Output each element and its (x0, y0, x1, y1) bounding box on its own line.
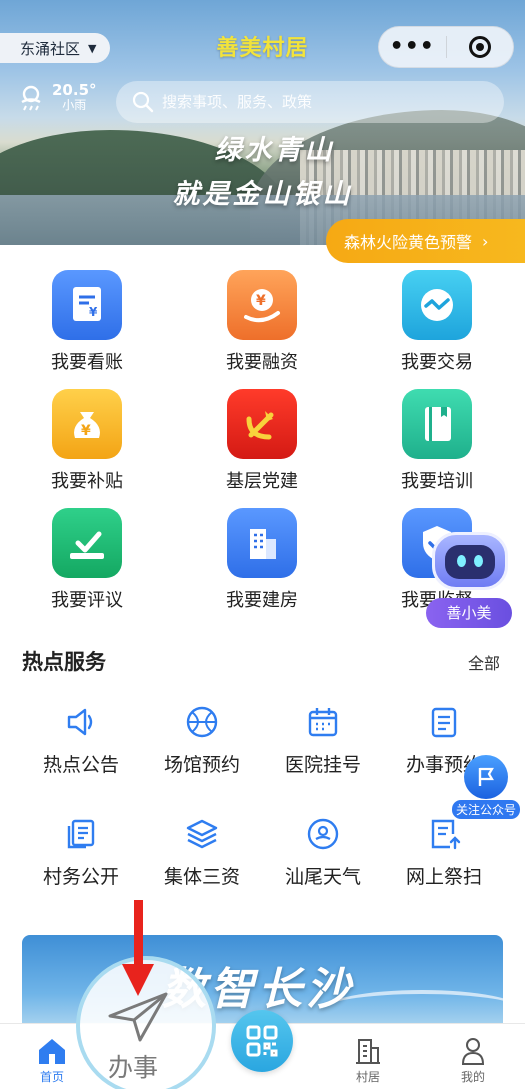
bill-icon: ¥ (52, 270, 122, 340)
money-bag-icon: ¥ (52, 389, 122, 459)
speaker-icon (61, 702, 101, 742)
grid-label: 我要建房 (226, 590, 298, 611)
grid-label: 我要看账 (51, 352, 123, 373)
service-hot-notice[interactable]: 热点公告 (21, 702, 141, 777)
grid-item-financing[interactable]: ¥ 我要融资 (192, 270, 332, 374)
grid-item-subsidy[interactable]: ¥ 我要补贴 (17, 389, 157, 493)
follow-official-account-button[interactable]: 关注公众号 (450, 755, 522, 819)
tab-profile[interactable]: 我的 (428, 1024, 518, 1089)
service-venue-booking[interactable]: 场馆预约 (142, 702, 262, 777)
grid-item-training[interactable]: 我要培训 (367, 389, 507, 493)
red-arrow-icon (122, 900, 154, 996)
close-target-button[interactable] (447, 36, 514, 58)
qr-scan-button[interactable] (231, 1010, 293, 1072)
party-emblem-icon (227, 389, 297, 459)
exchange-icon (402, 270, 472, 340)
grid-item-build-house[interactable]: 我要建房 (192, 508, 332, 612)
service-collective-assets[interactable]: 集体三资 (142, 814, 262, 889)
flag-icon (464, 755, 508, 799)
more-menu-button[interactable]: ••• (379, 26, 446, 68)
chevron-right-icon: › (482, 231, 489, 251)
documents-icon (61, 814, 101, 854)
grid-item-review[interactable]: 我要评议 (17, 508, 157, 612)
money-hand-icon: ¥ (227, 270, 297, 340)
building-icon (227, 508, 297, 578)
svg-text:¥: ¥ (89, 305, 98, 319)
service-label: 集体三资 (163, 866, 240, 888)
follow-label: 关注公众号 (451, 800, 520, 819)
service-label: 医院挂号 (284, 754, 361, 776)
service-hospital-register[interactable]: 医院挂号 (263, 702, 383, 777)
service-label: 汕尾天气 (284, 866, 361, 888)
grid-label: 我要补贴 (51, 471, 123, 492)
tab-label: 首页 (39, 1070, 64, 1084)
rain-cloud-icon (21, 85, 41, 111)
search-icon (132, 91, 154, 113)
grid-label: 我要交易 (401, 352, 473, 373)
tab-label: 村居 (355, 1070, 380, 1084)
clipboard-icon (424, 702, 464, 742)
user-icon (456, 1034, 490, 1068)
qr-scan-icon (246, 1025, 278, 1057)
view-all-link[interactable]: 全部 (468, 650, 500, 674)
temperature: 20.5° (52, 80, 97, 99)
upload-doc-icon (424, 814, 464, 854)
banner-slogan-line2: 就是金山银山 (172, 179, 353, 210)
service-village-affairs[interactable]: 村务公开 (21, 814, 141, 889)
basketball-icon (182, 702, 222, 742)
tab-label: 我的 (460, 1070, 485, 1084)
vote-check-icon (52, 508, 122, 578)
home-icon (35, 1034, 69, 1068)
warning-text: 森林火险黄色预警 (344, 233, 473, 252)
grid-item-view-accounts[interactable]: ¥ 我要看账 (17, 270, 157, 374)
target-icon (468, 36, 491, 58)
section-title: 热点服务 (22, 650, 106, 674)
tab-village[interactable]: 村居 (323, 1024, 413, 1089)
calendar-icon (303, 702, 343, 742)
grid-label: 我要融资 (226, 352, 298, 373)
grid-label: 基层党建 (226, 471, 298, 492)
book-icon (402, 389, 472, 459)
grid-label: 我要培训 (401, 471, 473, 492)
service-online-memorial[interactable]: 网上祭扫 (384, 814, 504, 889)
search-bar[interactable] (116, 81, 504, 123)
assistant-robot-button[interactable]: 善小美 (426, 526, 516, 630)
service-label: 场馆预约 (163, 754, 240, 776)
assistant-name: 善小美 (426, 598, 512, 628)
banner-slogan-line1: 绿水青山 (214, 135, 335, 166)
weather-widget[interactable]: 20.5° 小雨 (16, 82, 97, 112)
weather-condition: 小雨 (62, 97, 87, 112)
service-label: 村务公开 (42, 866, 119, 888)
robot-avatar-icon (432, 532, 508, 590)
service-shanwei-weather[interactable]: 汕尾天气 (263, 814, 383, 889)
layers-icon (182, 814, 222, 854)
search-input[interactable] (162, 93, 482, 111)
mini-program-capsule: ••• (378, 26, 514, 68)
grid-label: 我要评议 (51, 590, 123, 611)
svg-text:¥: ¥ (81, 423, 91, 439)
grid-item-trade[interactable]: 我要交易 (367, 270, 507, 374)
fire-warning-button[interactable]: 森林火险黄色预警 › (326, 219, 525, 263)
service-label: 网上祭扫 (405, 866, 482, 888)
village-icon (351, 1034, 385, 1068)
weather-icon (303, 814, 343, 854)
grid-item-party-building[interactable]: 基层党建 (192, 389, 332, 493)
svg-text:¥: ¥ (256, 293, 266, 309)
affairs-tab-label: 办事 (108, 1053, 159, 1082)
service-label: 热点公告 (42, 754, 119, 776)
